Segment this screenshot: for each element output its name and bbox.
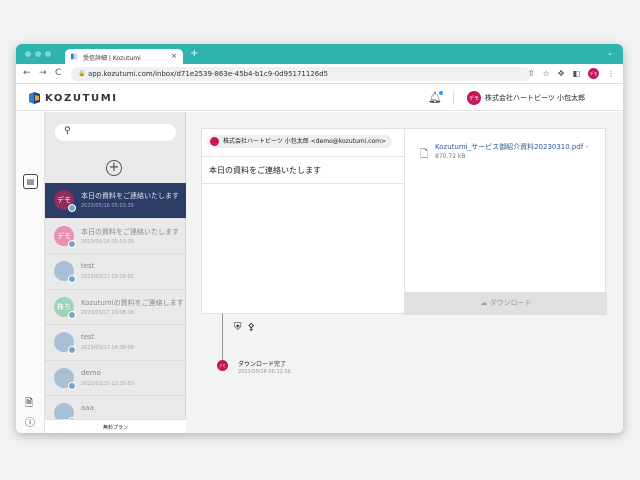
browser-titlebar: 受信詳細 | Kozutumi × + ⌄ xyxy=(16,44,623,64)
item-date: 2023/03/15 12:30:53 xyxy=(81,380,134,387)
inbox-list-item[interactable]: test 2023/03/17 14:38:09 xyxy=(45,325,186,361)
message-detail: 株式会社ハートビーツ 小包太郎 <demo@kozutumi.com> 本日の資… xyxy=(186,112,623,433)
url-text: app.kozutumi.com/inbox/d71e2539-863e-45b… xyxy=(88,70,329,78)
tab-list-chevron-icon[interactable]: ⌄ xyxy=(607,49,613,57)
message-card: 株式会社ハートビーツ 小包太郎 <demo@kozutumi.com> 本日の資… xyxy=(201,128,607,315)
new-tab-button[interactable]: + xyxy=(190,48,198,59)
attachment-name[interactable]: Kozutumi_サービス御紹介資料20230310.pdf - xyxy=(435,142,588,152)
item-subject: 本日の資料をご連絡いたします xyxy=(81,227,179,236)
divider xyxy=(202,156,405,157)
avatar-badge xyxy=(68,275,76,283)
inbox-list-item[interactable]: 株ち Kozutumiの資料をご連絡します 2023/03/17 19:08:18 xyxy=(45,290,186,325)
tab-close-icon[interactable]: × xyxy=(171,52,177,60)
user-name[interactable]: 株式会社ハートビーツ 小包太郎 xyxy=(485,93,585,103)
item-date: 2023/05/16 05:03:39 xyxy=(81,238,134,245)
bookmark-star-icon[interactable]: ☆ xyxy=(543,69,550,78)
download-button[interactable]: ☁ ダウンロード xyxy=(405,292,607,315)
sender-avatar: デモ xyxy=(54,225,76,248)
avatar-badge xyxy=(68,310,76,319)
inbox-list-item[interactable]: demo 2023/03/15 12:30:53 xyxy=(45,361,186,396)
extensions-puzzle-icon[interactable]: ✥ xyxy=(558,69,565,78)
help-icon[interactable]: ⓘ xyxy=(25,414,35,429)
brand-name: KOZUTUMI xyxy=(45,93,118,104)
sender-avatar: 株ち xyxy=(54,296,76,319)
sender-chip: 株式会社ハートビーツ 小包太郎 <demo@kozutumi.com> xyxy=(207,135,393,148)
lock-icon: 🔒 xyxy=(78,70,86,77)
item-subject: 本日の資料をご連絡いたします xyxy=(81,192,179,200)
sender-avatar xyxy=(54,261,76,283)
shield-check-icon: ⛨ xyxy=(234,322,242,333)
file-icon: 🗋 xyxy=(420,149,429,160)
item-date: 2023/03/17 14:38:09 xyxy=(81,345,134,351)
timeline-line xyxy=(222,314,223,364)
avatar-badge xyxy=(68,381,76,390)
avatar-badge xyxy=(68,346,76,354)
sender-avatar xyxy=(210,137,219,146)
browser-profile-avatar[interactable]: デモ xyxy=(588,68,599,79)
url-field[interactable]: 🔒 app.kozutumi.com/inbox/d71e2539-863e-4… xyxy=(71,67,531,81)
message-subject: 本日の資料をご連絡いたします xyxy=(209,166,321,175)
timeline-event-date: 2023/05/18 06:12:56 xyxy=(238,369,291,375)
kozutumi-logo-icon xyxy=(29,92,40,104)
cloud-download-icon: ☁ xyxy=(480,299,490,307)
browser-toolbar-icons: ⇧ ☆ ✥ ◧ デモ ⋮ xyxy=(528,68,615,79)
timeline-icons: ⛨ ⚴ xyxy=(234,322,255,333)
compose-button[interactable]: + xyxy=(106,160,122,176)
reload-icon[interactable]: C xyxy=(55,68,61,78)
search-input[interactable]: ⚲ xyxy=(55,124,176,141)
divider xyxy=(202,183,405,184)
sender-avatar xyxy=(54,367,76,390)
maximize-window-icon[interactable] xyxy=(45,51,51,57)
inbox-list-item[interactable]: デモ 本日の資料をご連絡いたします 2023/05/16 05:03:39 xyxy=(45,219,186,254)
app-header: KOZUTUMI 🔔︎ デモ 株式会社ハートビーツ 小包太郎 xyxy=(16,85,623,111)
sender-text: 株式会社ハートビーツ 小包太郎 <demo@kozutumi.com> xyxy=(223,138,387,145)
browser-menu-icon[interactable]: ⋮ xyxy=(607,69,615,78)
item-date: 2023/05/16 05:03:39 xyxy=(81,203,134,209)
kozutumi-favicon-icon xyxy=(71,53,78,60)
sidepanel-icon[interactable]: ◧ xyxy=(572,69,580,78)
stamp-check-icon: ⚴ xyxy=(247,322,255,333)
item-subject: Kozutumiの資料をご連絡します xyxy=(81,298,184,307)
inbox-list-item[interactable]: test 2023/03/17 19:28:02 xyxy=(45,254,186,290)
plan-label[interactable]: 無料プラン xyxy=(45,419,186,433)
notification-bell-icon[interactable]: 🔔︎ xyxy=(428,91,443,104)
item-subject: aaa xyxy=(81,404,94,412)
timeline-avatar: デモ xyxy=(217,360,228,371)
minimize-window-icon[interactable] xyxy=(35,51,41,57)
download-label: ダウンロード xyxy=(489,299,532,307)
item-subject: demo xyxy=(81,368,101,377)
avatar-badge xyxy=(68,204,76,212)
attachment-size: 870.72 kB xyxy=(435,153,466,160)
forward-arrow-icon[interactable]: → xyxy=(39,68,47,78)
item-subject: test xyxy=(81,262,95,270)
left-rail: ▤ 🗎 ⓘ xyxy=(16,112,45,433)
inbox-tray-icon[interactable]: ▤ xyxy=(23,174,38,189)
item-date: 2023/03/17 19:08:18 xyxy=(81,309,134,316)
sender-avatar xyxy=(54,332,76,354)
share-icon[interactable]: ⇧ xyxy=(528,69,535,78)
document-icon[interactable]: 🗎 xyxy=(25,396,33,413)
inbox-list: デモ 本日の資料をご連絡いたします 2023/05/16 05:03:39 デモ 本日の… xyxy=(45,183,186,432)
search-icon: ⚲ xyxy=(64,126,71,136)
browser-tab[interactable]: 受信詳細 | Kozutumi × xyxy=(65,49,183,64)
inbox-list-item[interactable]: デモ 本日の資料をご連絡いたします 2023/05/16 05:03:39 xyxy=(45,183,186,219)
avatar-badge xyxy=(68,239,76,248)
timeline-event-label: ダウンロード完了 xyxy=(238,361,287,368)
notification-dot xyxy=(438,91,443,95)
back-arrow-icon[interactable]: ← xyxy=(23,68,31,78)
tab-title: 受信詳細 | Kozutumi xyxy=(83,55,141,62)
address-bar-row: ← → C 🔒 app.kozutumi.com/inbox/d71e2539-… xyxy=(16,64,623,84)
item-subject: test xyxy=(81,333,95,341)
close-window-icon[interactable] xyxy=(25,51,31,57)
inbox-panel: ⚲ + デモ 本日の資料をご連絡いたします 2023/05/16 05:03:39 デ… xyxy=(45,112,186,433)
message-body-column: 株式会社ハートビーツ 小包太郎 <demo@kozutumi.com> 本日の資… xyxy=(202,129,405,315)
sender-avatar: デモ xyxy=(54,190,76,212)
header-divider xyxy=(453,91,454,105)
user-avatar[interactable]: デモ xyxy=(467,91,481,105)
browser-window: 受信詳細 | Kozutumi × + ⌄ ← → C 🔒 app.kozutu… xyxy=(16,44,623,433)
item-date: 2023/03/17 19:28:02 xyxy=(81,274,134,280)
